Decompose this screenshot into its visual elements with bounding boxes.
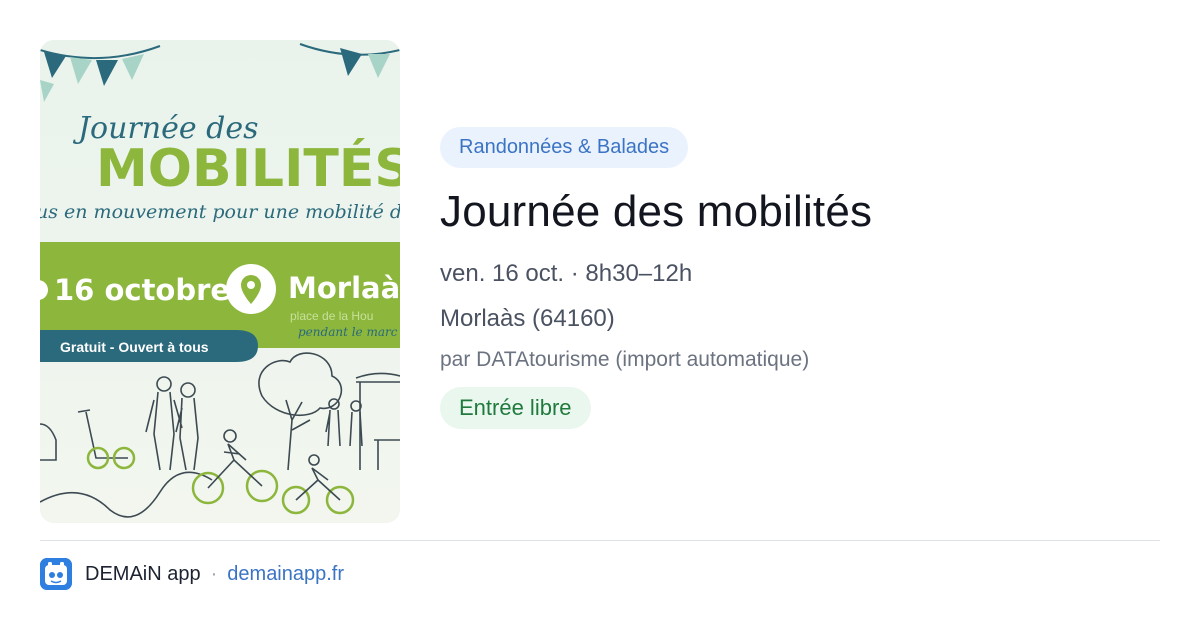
poster-city: Morlaàs [288, 271, 400, 305]
poster-tagline: us en mouvement pour une mobilité dura [40, 201, 400, 223]
event-date-time: ven. 16 oct. · 8h30–12h [440, 260, 693, 287]
app-domain-link[interactable]: demainapp.fr [227, 563, 344, 586]
poster-place: place de la Hou [290, 309, 373, 323]
footer: DEMAiN app · demainapp.fr [40, 558, 344, 590]
event-info: Randonnées & Balades Journée des mobilit… [440, 127, 1160, 429]
poster-ribbon-text: Gratuit - Ouvert à tous [60, 339, 209, 355]
event-image[interactable]: Journée des MOBILITÉS us en mouvement po… [40, 40, 400, 523]
location-pin-icon [226, 264, 276, 314]
app-name: DEMAiN app [85, 562, 201, 585]
poster-title-big: MOBILITÉS [96, 138, 400, 199]
poster-date: 16 octobre [54, 273, 230, 307]
event-title[interactable]: Journée des mobilités [440, 186, 1160, 238]
app-logo-icon[interactable] [40, 558, 72, 590]
category-chip[interactable]: Randonnées & Balades [440, 127, 689, 168]
event-organizer: par DATAtourisme (import automatique) [440, 348, 810, 371]
footer-separator: · [210, 562, 218, 585]
event-poster: Journée des MOBILITÉS us en mouvement po… [40, 40, 400, 523]
footer-divider [40, 540, 1160, 541]
poster-subnote: pendant le marc [298, 325, 398, 339]
event-location: Morlaàs (64160) [440, 305, 615, 332]
price-chip: Entrée libre [440, 387, 591, 429]
